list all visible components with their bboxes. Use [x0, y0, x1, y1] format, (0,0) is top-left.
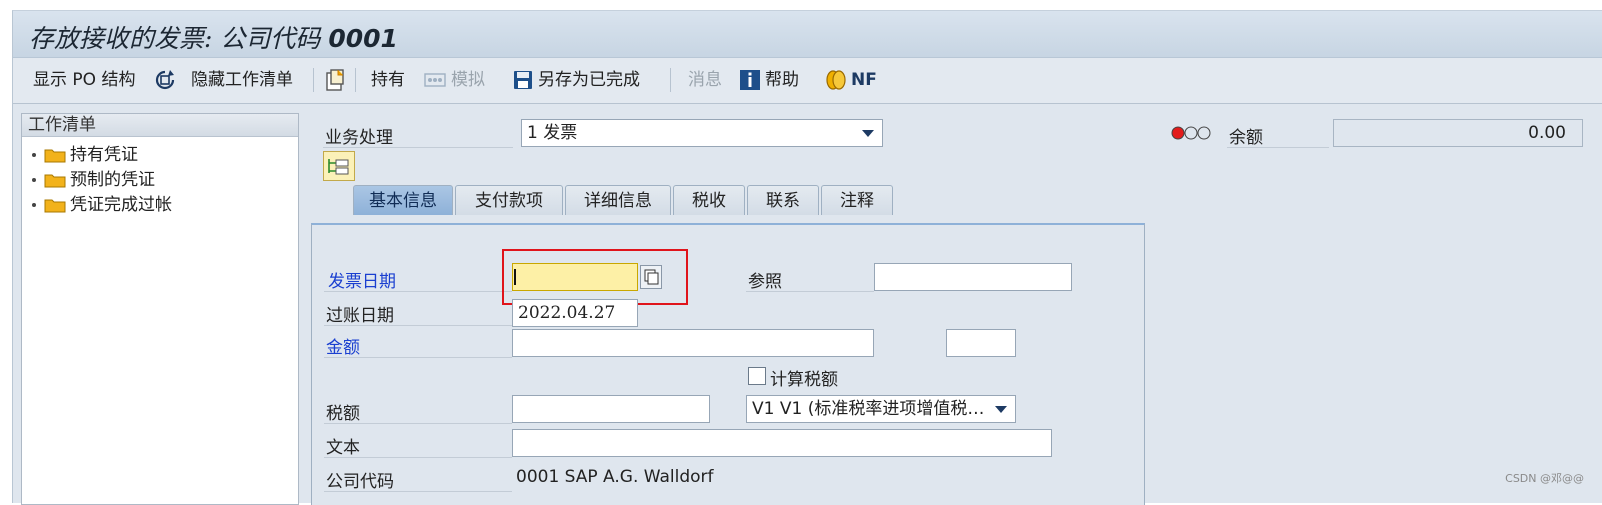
tab-notes[interactable]: 注释 [821, 185, 893, 215]
simulate-button[interactable]: 模拟 [451, 69, 485, 91]
tab-details[interactable]: 详细信息 [565, 185, 671, 215]
highlight-box [502, 249, 688, 305]
save-as-completed-button[interactable]: 另存为已完成 [538, 69, 640, 91]
worklist-item-label: 凭证完成过帐 [70, 195, 172, 215]
dropdown-arrow-icon[interactable] [995, 406, 1007, 413]
simulate-icon [424, 73, 446, 87]
toolbar-separator [355, 68, 356, 92]
dropdown-arrow-icon[interactable] [862, 130, 874, 137]
worklist-title: 工作清单 [22, 114, 298, 137]
label-underline [324, 491, 512, 492]
tab-payment[interactable]: 支付款项 [455, 185, 563, 215]
transaction-label: 业务处理 [325, 128, 393, 148]
calc-tax-checkbox[interactable] [748, 367, 766, 385]
bullet-icon [32, 153, 36, 157]
label-underline [1227, 147, 1329, 148]
layout-toggle-icon[interactable] [323, 151, 355, 181]
save-icon[interactable] [511, 68, 535, 92]
hide-worklist-button[interactable]: 隐藏工作清单 [191, 69, 293, 91]
worklist-item-label: 持有凭证 [70, 145, 138, 165]
tab-tax[interactable]: 税收 [673, 185, 745, 215]
label-underline [324, 357, 512, 358]
main-area: 业务处理 1 发票 余额 0.00 基本信息 支付款项 详细信息 税收 联系 注… [311, 113, 1602, 505]
splitter-handle[interactable] [299, 113, 305, 503]
currency-input[interactable] [946, 329, 1016, 357]
posting-date-input[interactable]: 2022.04.27 [512, 299, 638, 327]
bullet-icon [32, 178, 36, 182]
worklist-panel: 工作清单 持有凭证 预制的凭证 凭证完成过帐 [21, 113, 299, 505]
calc-tax-label: 计算税额 [770, 370, 838, 390]
window-title: 存放接收的发票: 公司代码 0001 [29, 19, 398, 55]
toolbar-separator [670, 68, 671, 92]
toolbar-separator [313, 68, 314, 92]
info-icon[interactable] [738, 68, 762, 92]
reference-label: 参照 [748, 272, 782, 292]
folder-icon [44, 174, 66, 188]
refresh-icon[interactable] [153, 68, 177, 92]
tab-contact[interactable]: 联系 [747, 185, 819, 215]
folder-icon [44, 199, 66, 213]
folder-icon [44, 149, 66, 163]
status-lights-icon [1171, 126, 1211, 140]
worklist-item-complete[interactable]: 凭证完成过帐 [32, 194, 172, 216]
hold-button[interactable]: 持有 [371, 69, 405, 91]
worklist-item-label: 预制的凭证 [70, 170, 155, 190]
window-title-text: 存放接收的发票: 公司代码 [29, 24, 321, 53]
title-bar: 存放接收的发票: 公司代码 0001 [13, 11, 1602, 58]
sap-window: 存放接收的发票: 公司代码 0001 显示 PO 结构 隐藏工作清单 持有 模拟 … [12, 10, 1602, 505]
invoice-date-label: 发票日期 [328, 272, 396, 292]
tax-amount-label: 税额 [326, 404, 360, 424]
company-code-label: 公司代码 [326, 472, 394, 492]
worklist-item-parked[interactable]: 预制的凭证 [32, 169, 155, 191]
tax-code-select-value: V1 V1 (标准税率进项增值税… [752, 399, 985, 419]
amount-label: 金额 [326, 338, 360, 358]
posting-date-label: 过账日期 [326, 306, 394, 326]
label-underline [324, 423, 512, 424]
application-toolbar: 显示 PO 结构 隐藏工作清单 持有 模拟 另存为已完成 消息 帮助 NF [13, 58, 1602, 104]
coins-icon[interactable] [825, 68, 849, 92]
label-underline [324, 457, 512, 458]
worklist-item-held[interactable]: 持有凭证 [32, 144, 138, 166]
text-label: 文本 [326, 438, 360, 458]
balance-label: 余额 [1229, 128, 1263, 148]
window-company-code: 0001 [328, 24, 398, 53]
tab-basic-data[interactable]: 基本信息 [353, 185, 453, 215]
show-po-structure-button[interactable]: 显示 PO 结构 [33, 69, 135, 91]
label-underline [323, 147, 513, 148]
transaction-select[interactable]: 1 发票 [521, 119, 883, 147]
amount-input[interactable] [512, 329, 874, 357]
tax-amount-input[interactable] [512, 395, 710, 423]
label-underline [746, 291, 874, 292]
document-icon[interactable] [323, 68, 347, 92]
label-underline [324, 325, 512, 326]
company-code-value: 0001 SAP A.G. Walldorf [516, 467, 714, 487]
text-input[interactable] [512, 429, 1052, 457]
tax-code-select[interactable]: V1 V1 (标准税率进项增值税… [746, 395, 1016, 423]
nf-button[interactable]: NF [851, 69, 877, 91]
reference-input[interactable] [874, 263, 1072, 291]
bullet-icon [32, 203, 36, 207]
transaction-select-value: 1 发票 [527, 123, 578, 143]
tab-panel-basic-data: 发票日期 参照 过账日期 2022.04.27 金额 计算税额 税额 V1 V1… [311, 223, 1145, 505]
watermark: CSDN @邓@@ [1505, 472, 1584, 485]
messages-button[interactable]: 消息 [688, 69, 722, 91]
help-button[interactable]: 帮助 [765, 69, 799, 91]
label-underline [324, 291, 512, 292]
balance-field: 0.00 [1333, 119, 1583, 147]
